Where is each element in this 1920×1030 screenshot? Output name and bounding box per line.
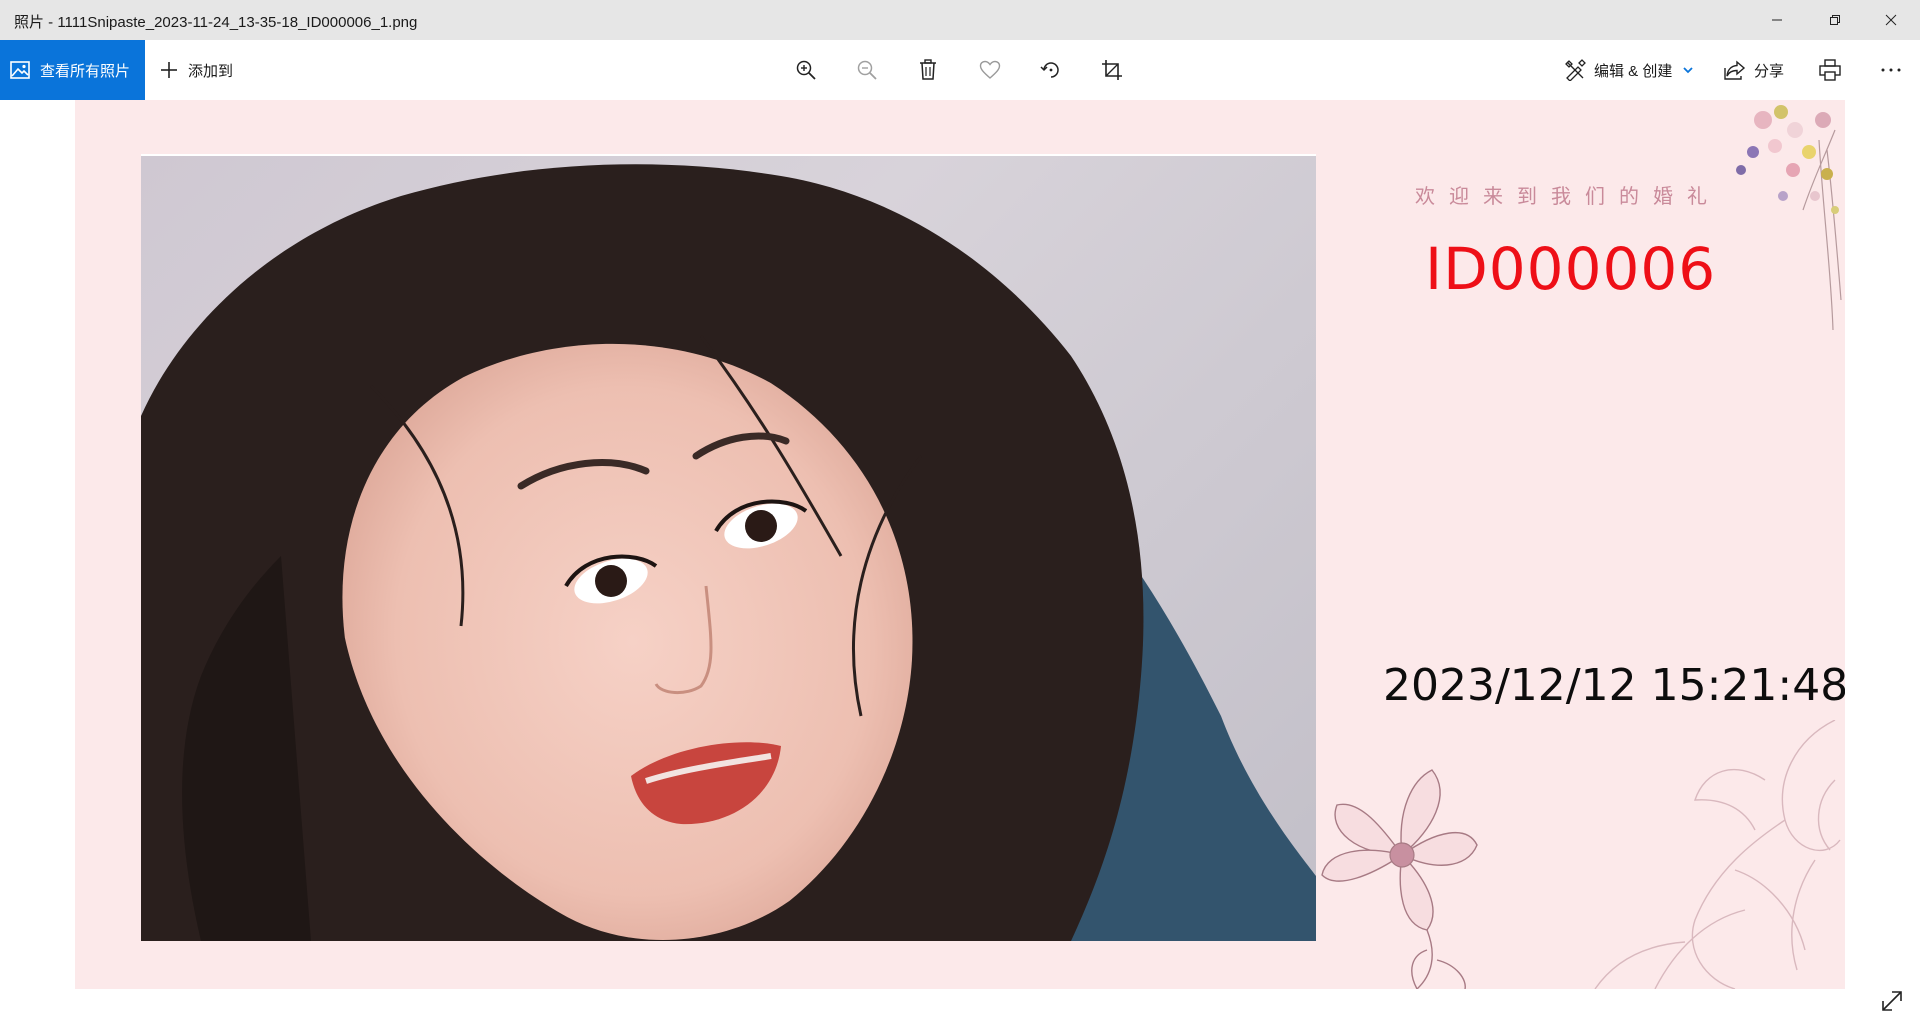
rotate-button[interactable] (1031, 50, 1071, 90)
minimize-button[interactable] (1748, 0, 1806, 40)
favorite-button[interactable] (970, 50, 1010, 90)
view-all-photos-label: 查看所有照片 (40, 62, 131, 80)
lily-decoration (1594, 720, 1841, 989)
close-button[interactable] (1862, 0, 1920, 40)
edit-create-icon (1565, 59, 1586, 81)
more-icon (1881, 68, 1901, 72)
restore-icon (1830, 15, 1840, 25)
portrait-illustration (141, 164, 1316, 941)
heart-icon (979, 60, 1001, 79)
fullscreen-button[interactable] (1876, 985, 1908, 1017)
crop-button[interactable] (1092, 50, 1132, 90)
print-button[interactable] (1810, 50, 1850, 90)
guest-id-text: ID000006 (1425, 235, 1717, 303)
add-to-label: 添加到 (188, 62, 234, 80)
printer-icon (1819, 59, 1841, 81)
share-label: 分享 (1754, 62, 1785, 80)
add-to-button[interactable]: 添加到 (152, 40, 241, 100)
window-title: 照片 - 1111Snipaste_2023-11-24_13-35-18_ID… (14, 14, 418, 31)
close-icon (1885, 14, 1897, 26)
more-options-button[interactable] (1871, 50, 1911, 90)
edit-create-label: 编辑 & 创建 (1594, 62, 1673, 80)
minimize-icon (1772, 19, 1782, 21)
edit-create-button[interactable]: 编辑 & 创建 (1564, 40, 1702, 100)
restore-button[interactable] (1806, 0, 1864, 40)
datetime-text: 2023/12/12 15:21:48 (1383, 660, 1845, 711)
share-icon (1724, 60, 1746, 80)
rotate-icon (1040, 62, 1059, 78)
share-button[interactable]: 分享 (1724, 40, 1784, 100)
trash-icon (920, 59, 936, 80)
chevron-down-icon (1683, 67, 1693, 74)
floral-decoration-top (1736, 105, 1842, 330)
photo-icon (10, 61, 30, 79)
view-all-photos-button[interactable]: 查看所有照片 (0, 40, 145, 100)
expand-icon (1882, 991, 1902, 1011)
welcome-text: 欢迎来到我们的婚礼 (1415, 184, 1721, 208)
title-bar: 照片 - 1111Snipaste_2023-11-24_13-35-18_ID… (0, 0, 1920, 40)
zoom-out-icon (857, 60, 877, 80)
delete-button[interactable] (908, 50, 948, 90)
flower-decoration (1321, 769, 1478, 989)
toolbar: 查看所有照片 添加到 编辑 & 创建 分享 (0, 40, 1920, 100)
zoom-in-icon (796, 60, 816, 80)
image-view: 欢迎来到我们的婚礼 ID000006 2023/12/12 15:21:48 (75, 100, 1845, 989)
crop-icon (1102, 60, 1122, 80)
plus-icon (161, 62, 177, 78)
portrait-photo (141, 156, 1316, 941)
zoom-in-button[interactable] (786, 50, 826, 90)
zoom-out-button[interactable] (847, 50, 887, 90)
